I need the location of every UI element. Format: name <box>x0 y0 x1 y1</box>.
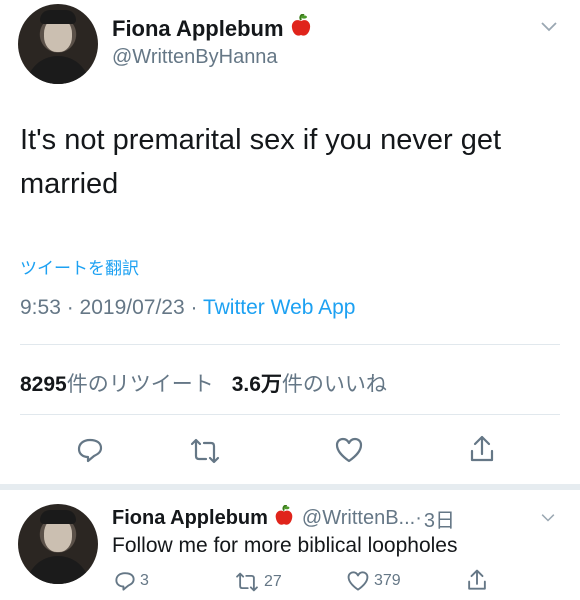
reply-header: Fiona Applebum @WrittenB... · 3日 <box>112 504 455 533</box>
apple-icon <box>274 504 294 533</box>
reply-reply-button[interactable]: 3 <box>114 570 149 592</box>
like-button[interactable] <box>334 436 364 464</box>
like-icon <box>335 437 363 463</box>
tweet-source[interactable]: Twitter Web App <box>203 296 356 319</box>
chevron-down-icon[interactable] <box>540 510 556 528</box>
retweet-count: 8295 <box>20 373 67 396</box>
tweet-meta: 9:53 · 2019/07/23 · Twitter Web App <box>20 296 355 320</box>
reply-button[interactable] <box>76 436 104 464</box>
like-count: 3.6万 <box>231 373 282 396</box>
reply-share-button[interactable] <box>466 568 488 592</box>
reply-count: 3 <box>140 572 149 589</box>
retweet-icon <box>236 572 258 592</box>
retweet-stat[interactable]: 8295件のリツイート <box>20 368 214 398</box>
chevron-down-icon[interactable] <box>540 20 558 38</box>
share-icon <box>468 569 486 590</box>
share-button[interactable] <box>468 434 496 464</box>
reply-author-handle[interactable]: @WrittenB... <box>302 507 415 530</box>
reply-avatar[interactable] <box>18 504 98 584</box>
tweet-text-line-2: married <box>20 168 119 200</box>
reply-retweet-button[interactable]: 27 <box>234 572 282 592</box>
reply-text: Follow me for more biblical loopholes <box>112 534 458 557</box>
retweet-icon <box>190 438 220 464</box>
tweet-stats: 8295件のリツイート 3.6万件のいいね <box>20 368 387 398</box>
reply-author-name[interactable]: Fiona Applebum <box>112 507 268 530</box>
like-icon <box>347 571 369 591</box>
meta-separator: · <box>415 507 422 529</box>
meta-separator: · <box>190 296 203 319</box>
meta-separator: · <box>66 296 80 319</box>
tweet-time[interactable]: 9:53 <box>20 296 61 319</box>
divider <box>20 414 560 415</box>
reply-retweet-count: 27 <box>264 573 282 590</box>
reply-like-count: 379 <box>374 572 401 589</box>
reply-like-button[interactable]: 379 <box>346 570 401 592</box>
reply-icon <box>115 572 135 591</box>
share-icon <box>470 435 494 462</box>
tweet-text-line-1: It's not premarital sex if you never get <box>20 124 502 156</box>
tweet-text: It's not premarital sex if you never get… <box>20 118 560 206</box>
like-label: 件のいいね <box>281 373 387 396</box>
divider <box>20 344 560 345</box>
apple-icon <box>290 13 312 44</box>
section-separator <box>0 484 580 490</box>
tweet-date[interactable]: 2019/07/23 <box>80 296 185 319</box>
retweet-label: 件のリツイート <box>66 373 214 396</box>
translate-link[interactable]: ツイートを翻訳 <box>20 254 139 279</box>
avatar[interactable] <box>18 4 98 84</box>
author-name[interactable]: Fiona Applebum <box>112 16 284 42</box>
like-stat[interactable]: 3.6万件のいいね <box>232 368 387 398</box>
reply-age[interactable]: 3日 <box>424 504 455 533</box>
author-handle[interactable]: @WrittenByHanna <box>112 46 278 69</box>
author-name-row[interactable]: Fiona Applebum <box>112 13 312 44</box>
reply-icon <box>77 438 103 463</box>
retweet-button[interactable] <box>188 438 222 464</box>
